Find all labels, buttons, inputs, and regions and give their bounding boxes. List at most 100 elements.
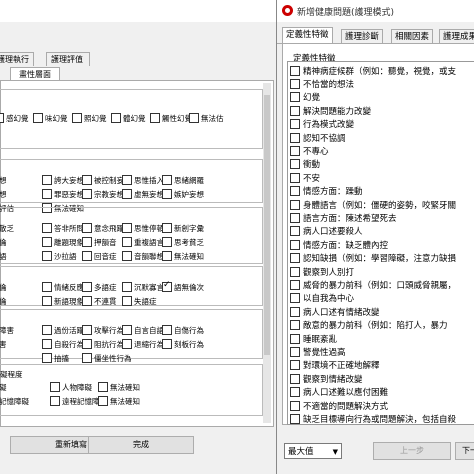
checkbox-box[interactable]: [50, 382, 60, 392]
tab-nursing-diagnosis[interactable]: 護理診斷: [341, 29, 384, 44]
characteristic-item[interactable]: 病人口述要殺人: [290, 226, 363, 237]
characteristic-item[interactable]: 情感方面：躁動: [290, 186, 363, 197]
characteristic-item[interactable]: 病人口述難以應付困難: [290, 387, 388, 398]
checkbox-box[interactable]: [42, 296, 52, 306]
symptom-checkbox[interactable]: 思緒網羅: [162, 174, 204, 186]
checkbox-box[interactable]: [42, 325, 52, 335]
checkbox-box[interactable]: [98, 396, 108, 406]
characteristic-checkbox[interactable]: [290, 226, 300, 237]
checkbox-box[interactable]: [82, 237, 92, 247]
symptom-checkbox[interactable]: 思考貧乏: [162, 236, 204, 248]
checkbox-box[interactable]: [162, 251, 172, 261]
characteristic-checkbox[interactable]: [290, 279, 300, 290]
characteristic-checkbox[interactable]: [290, 119, 300, 130]
symptom-checkbox[interactable]: 無法估: [189, 112, 224, 124]
symptom-checkbox[interactable]: 失語症: [122, 295, 157, 307]
checkbox-box[interactable]: [50, 396, 60, 406]
characteristic-checkbox[interactable]: [290, 145, 300, 156]
characteristic-checkbox[interactable]: [290, 186, 300, 197]
symptom-checkbox[interactable]: 罪惡妄想: [42, 188, 84, 200]
checkbox-box[interactable]: [42, 339, 52, 349]
characteristic-item[interactable]: 警覺性過高: [290, 346, 346, 358]
symptom-checkbox[interactable]: 體幻覺: [111, 112, 146, 124]
checkbox-box[interactable]: [122, 251, 132, 261]
checkbox-box[interactable]: [162, 339, 172, 349]
symptom-checkbox[interactable]: 虛無妄想: [122, 188, 164, 200]
symptom-checkbox[interactable]: 自傷行為: [162, 324, 204, 336]
checkbox-box[interactable]: [82, 282, 92, 292]
checkbox-box[interactable]: [122, 282, 132, 292]
characteristic-item[interactable]: 不安: [290, 172, 320, 184]
characteristic-item[interactable]: 以自我為中心: [290, 293, 354, 304]
symptom-checkbox[interactable]: 味幻覺: [33, 112, 68, 124]
checkbox-box[interactable]: [122, 296, 132, 306]
symptom-checkbox[interactable]: 答非所問: [42, 222, 84, 234]
checkbox-box[interactable]: [162, 280, 172, 292]
symptom-checkbox[interactable]: 退縮行為: [122, 338, 164, 350]
characteristic-item[interactable]: 不適當的問題解決方式: [290, 400, 388, 412]
characteristic-checkbox[interactable]: [290, 400, 300, 411]
symptom-checkbox[interactable]: 新創字彙: [162, 222, 204, 234]
symptom-checkbox[interactable]: 情緒反應快: [42, 281, 92, 293]
characteristic-checkbox[interactable]: [290, 293, 300, 304]
characteristic-checkbox[interactable]: [290, 65, 300, 76]
checkbox-box[interactable]: [82, 223, 92, 233]
symptom-checkbox[interactable]: 照幻覺: [72, 112, 107, 124]
characteristic-checkbox[interactable]: [290, 387, 300, 398]
characteristic-checkbox[interactable]: [290, 105, 300, 116]
characteristic-checkbox[interactable]: [290, 360, 300, 371]
characteristic-checkbox[interactable]: [290, 212, 300, 223]
tab-nursing-evaluation[interactable]: 護理評值: [46, 52, 90, 66]
checkbox-box[interactable]: [162, 223, 172, 233]
characteristic-item[interactable]: 認知不協調: [290, 132, 346, 144]
characteristic-checkbox[interactable]: [290, 373, 300, 384]
symptom-checkbox[interactable]: 押韻音: [82, 236, 117, 248]
characteristic-checkbox[interactable]: [290, 159, 300, 170]
symptom-checkbox[interactable]: 刻板行為: [162, 338, 204, 350]
checkbox-box[interactable]: [42, 223, 52, 233]
symptom-checkbox[interactable]: 離題現象: [42, 236, 84, 248]
characteristic-item[interactable]: 情感方面：缺乏體內控: [290, 239, 388, 251]
checkbox-box[interactable]: [122, 223, 132, 233]
characteristic-checkbox[interactable]: [290, 132, 300, 143]
checkbox-box[interactable]: [82, 325, 92, 335]
characteristic-item[interactable]: 幻覺: [290, 92, 320, 103]
characteristic-checkbox[interactable]: [290, 92, 300, 103]
characteristic-item[interactable]: 不恰當的想法: [290, 78, 354, 90]
symptom-checkbox[interactable]: 誇大妄想: [42, 174, 84, 186]
symptom-checkbox[interactable]: 新語現象: [42, 295, 84, 307]
symptom-checkbox[interactable]: 音韻聯想: [122, 250, 164, 262]
symptom-checkbox[interactable]: 無法確知: [98, 381, 140, 393]
symptom-checkbox[interactable]: 重複語言: [122, 236, 164, 248]
characteristic-checkbox[interactable]: [290, 413, 300, 424]
checkbox-box[interactable]: [33, 113, 43, 123]
characteristic-item[interactable]: 精神病症候群（例如：聽覺，視覺，或支: [290, 65, 456, 77]
checkbox-box[interactable]: [82, 339, 92, 349]
checkbox-box[interactable]: [82, 189, 92, 199]
scale-select[interactable]: 最大值 ▼: [284, 443, 342, 459]
symptom-checkbox[interactable]: 自殺行為: [42, 338, 84, 350]
characteristic-checkbox[interactable]: [290, 333, 300, 344]
characteristic-item[interactable]: 衝動: [290, 159, 320, 170]
characteristic-item[interactable]: 解決問題能力改變: [290, 105, 371, 117]
symptom-checkbox[interactable]: 回音症: [82, 250, 117, 262]
symptom-checkbox[interactable]: 僵坐性行為: [82, 352, 132, 364]
previous-button[interactable]: 上一步: [373, 442, 451, 460]
checkbox-box[interactable]: [162, 175, 172, 185]
symptom-checkbox[interactable]: 思惟停頓: [122, 222, 164, 234]
checkbox-box[interactable]: [42, 237, 52, 247]
characteristic-item[interactable]: 病人口述有情緒改變: [290, 306, 380, 318]
checkbox-box[interactable]: [162, 189, 172, 199]
symptom-checkbox[interactable]: 無法確知: [98, 395, 140, 407]
symptom-checkbox[interactable]: 嫉妒妄想: [162, 188, 204, 200]
characteristic-checkbox[interactable]: [290, 78, 300, 89]
symptom-checkbox[interactable]: 沙拉語: [42, 250, 77, 262]
checkbox-box[interactable]: [82, 296, 92, 306]
checkbox-box[interactable]: [42, 175, 52, 185]
symptom-checkbox[interactable]: 感幻覺: [0, 112, 29, 124]
checkbox-box[interactable]: [82, 251, 92, 261]
characteristic-item[interactable]: 觀察到情緒改變: [290, 373, 363, 385]
tab-nursing-execution[interactable]: 護理執行: [0, 52, 34, 66]
characteristic-checkbox[interactable]: [290, 199, 300, 210]
next-button[interactable]: 下一: [455, 442, 474, 460]
